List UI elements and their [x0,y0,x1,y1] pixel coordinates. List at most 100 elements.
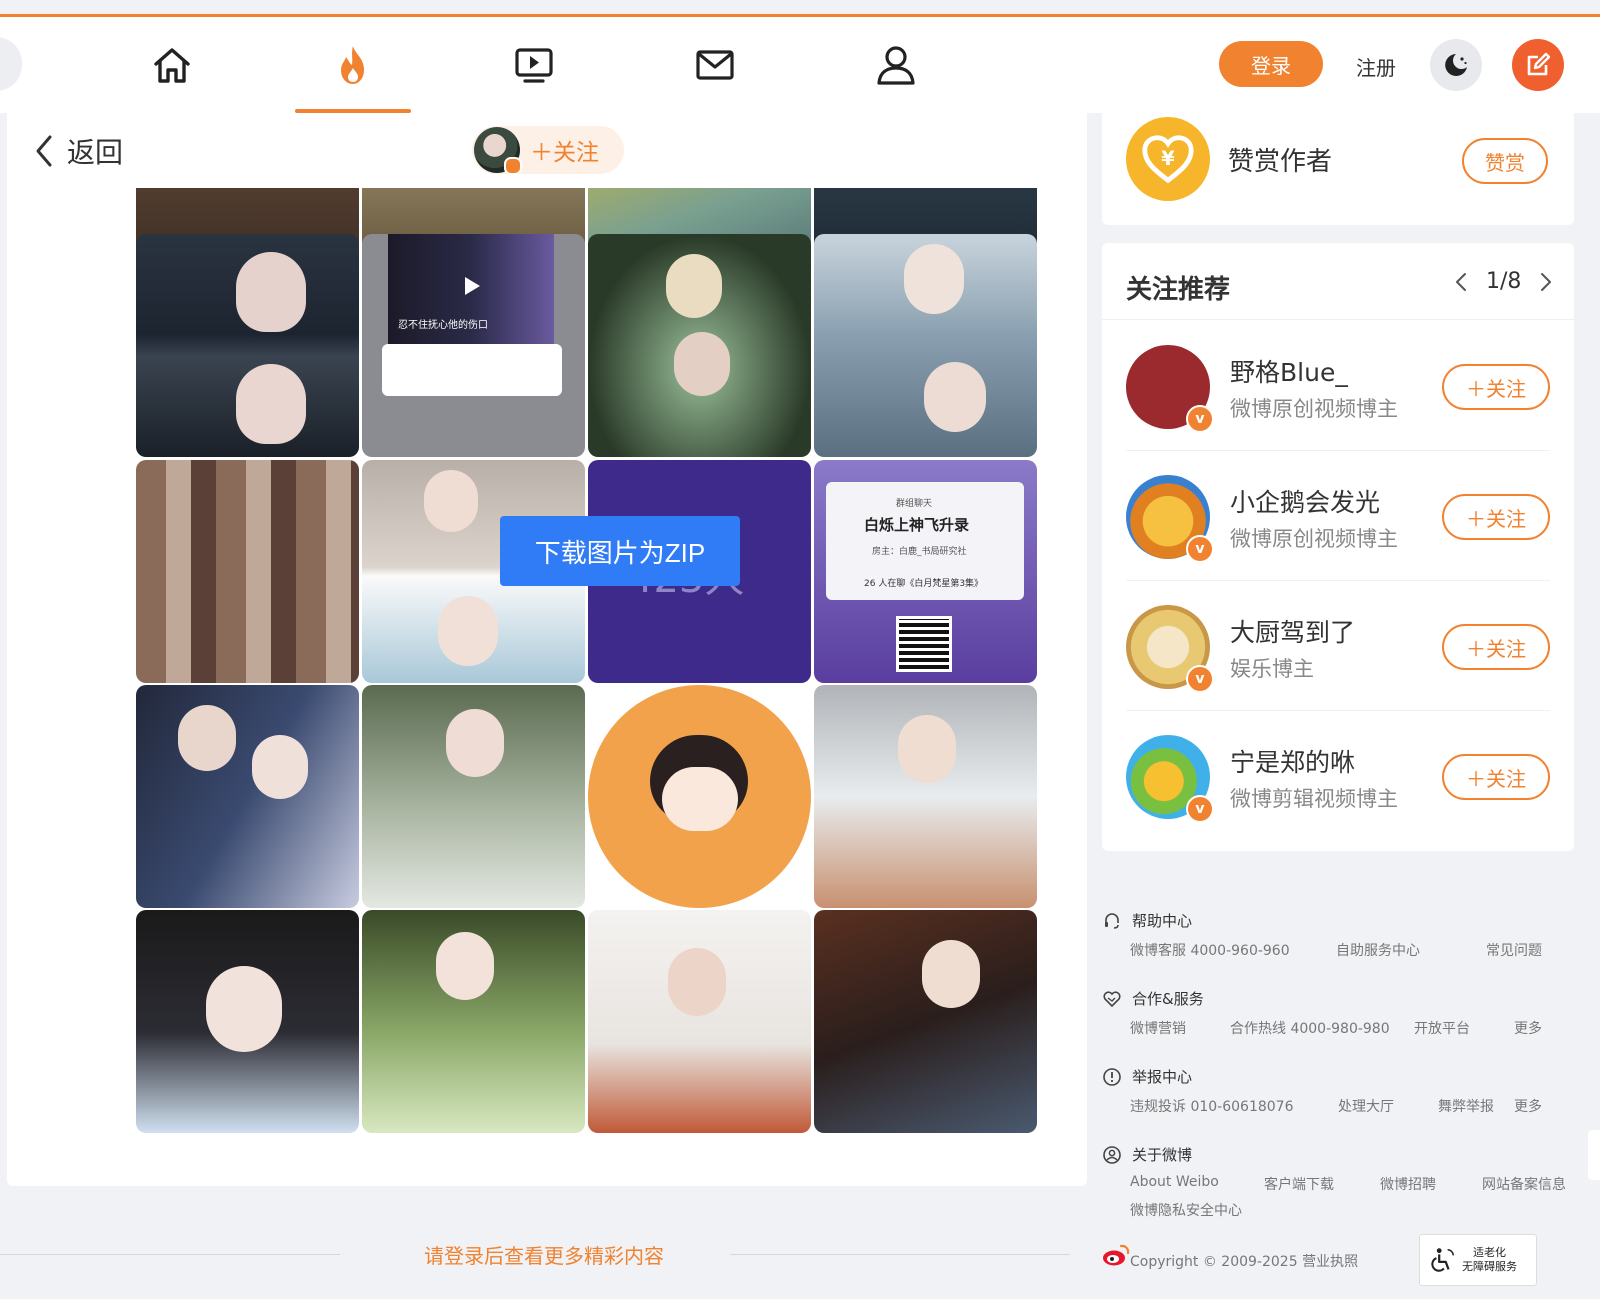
image-tile[interactable] [814,685,1037,908]
back-button[interactable]: 返回 [33,131,123,171]
recommend-name[interactable]: 宁是郑的咻 [1230,743,1355,779]
group-chat-tile[interactable]: 群组聊天 白烁上神飞升录 房主：白鹿_书局研究社 26 人在聊《白月梵星第3集》 [814,460,1037,683]
footer-link[interactable]: 网站备案信息 [1482,1174,1566,1194]
recommend-follow-button[interactable]: ＋关注 [1442,494,1550,540]
login-more-text[interactable]: 请登录后查看更多精彩内容 [424,1240,664,1269]
compose-button[interactable] [1512,39,1564,91]
footer-coop-title: 合作&服务 [1132,990,1204,1008]
reward-button[interactable]: 赞赏 [1462,138,1548,184]
recommend-follow-button[interactable]: ＋关注 [1442,754,1550,800]
author-follow-pill[interactable]: ＋关注 [472,126,624,175]
recommend-title: 关注推荐 [1126,275,1231,305]
verified-badge-icon: v [1186,665,1214,693]
weibo-logo-icon [1103,1244,1130,1266]
image-tile[interactable] [136,910,359,1133]
compose-icon [1527,52,1551,76]
chevron-right-icon[interactable] [1539,271,1553,293]
page-indicator: 1/8 [1486,269,1522,294]
divider-right [730,1254,1070,1255]
recommend-desc: 娱乐博主 [1230,657,1314,681]
footer-link[interactable]: 自助服务中心 [1336,940,1420,960]
hot-flame-icon [341,46,364,84]
image-tile[interactable] [588,234,811,457]
login-button[interactable]: 登录 [1219,41,1323,87]
video-caption: 忍不住抚心他的伤口 [398,320,488,331]
footer-link[interactable]: 更多 [1514,1096,1542,1116]
video-tile[interactable]: 忍不住抚心他的伤口 [362,234,585,457]
copyright-text[interactable]: Copyright © 2009-2025 营业执照 [1130,1251,1358,1271]
footer-link[interactable]: 开放平台 [1414,1018,1470,1038]
chevron-left-icon[interactable] [1454,271,1468,293]
recommend-desc: 微博剪辑视频博主 [1230,787,1398,811]
image-tile[interactable] [136,234,359,457]
divider-left [0,1254,340,1255]
recommend-item: v 宁是郑的咻 微博剪辑视频博主 ＋关注 [1126,711,1550,841]
recommend-item: v 小企鹅会发光 微博原创视频博主 ＋关注 [1126,451,1550,581]
footer-link[interactable]: 更多 [1514,1018,1542,1038]
footer-link[interactable]: 微博客服 4000-960-960 [1130,940,1290,960]
recommend-follow-button[interactable]: ＋关注 [1442,624,1550,670]
footer-link[interactable]: 客户端下载 [1264,1174,1334,1194]
verified-badge-icon: v [1186,405,1214,433]
register-link[interactable]: 注册 [1356,52,1396,81]
cartoon-tile[interactable] [588,685,811,908]
recommend-name[interactable]: 大厨驾到了 [1230,613,1355,649]
nav-left-edge [0,37,22,91]
footer-link[interactable]: 处理大厅 [1338,1096,1394,1116]
nav-tab-profile[interactable] [838,17,954,113]
recommend-name[interactable]: 小企鹅会发光 [1230,483,1380,519]
profile-icon [877,46,915,85]
footer-link[interactable]: 合作热线 4000-980-980 [1230,1018,1390,1038]
play-icon [465,277,480,295]
footer-help-title: 帮助中心 [1132,912,1193,930]
footer-about-title: 关于微博 [1132,1146,1193,1164]
image-tile[interactable] [136,460,359,683]
moon-icon [1445,54,1467,76]
author-avatar [474,127,522,175]
chat-group-label: 群组聊天 [896,499,933,509]
recommend-desc: 微博原创视频博主 [1230,527,1398,551]
chat-count: 26 人在聊《白月梵星第3集》 [864,579,984,589]
top-nav-bar: 登录 注册 [0,17,1600,113]
footer-link[interactable]: 微博营销 [1130,1018,1186,1038]
recommend-item: v 大厨驾到了 娱乐博主 ＋关注 [1126,581,1550,711]
handshake-icon [1103,990,1121,1007]
post-detail-card: 返回 ＋关注 忍不住抚心他的伤口 群组聊天 白烁上神飞升录 房主：白鹿_书局研究… [7,113,1087,1186]
image-tile[interactable] [362,685,585,908]
footer-report-title: 举报中心 [1132,1068,1193,1086]
footer-link[interactable]: 违规投诉 010-60618076 [1130,1096,1293,1116]
image-tile[interactable] [814,234,1037,457]
user-circle-icon [1103,1145,1121,1164]
back-label: 返回 [67,136,124,169]
theme-toggle-button[interactable] [1430,39,1482,91]
video-icon [515,48,553,83]
image-tile[interactable] [588,910,811,1133]
nav-tab-video[interactable] [476,17,592,113]
footer-link[interactable]: About Weibo [1130,1174,1219,1190]
download-zip-button[interactable]: 下载图片为ZIP [500,516,740,586]
footer-link[interactable]: 舞弊举报 [1438,1096,1494,1116]
chevron-left-icon [36,135,52,167]
message-icon [696,50,734,80]
image-tile[interactable] [362,910,585,1133]
verified-badge-icon: v [1186,795,1214,823]
accessibility-service-badge[interactable]: 适老化 无障碍服务 [1419,1234,1537,1286]
footer-link[interactable]: 微博招聘 [1380,1174,1436,1194]
recommend-name[interactable]: 野格Blue_ [1230,353,1348,389]
footer-link[interactable]: 常见问题 [1486,940,1542,960]
recommend-pager: 1/8 [1454,269,1553,294]
nav-tab-hot[interactable] [295,17,411,113]
home-icon [154,48,190,83]
recommend-follow-button[interactable]: ＋关注 [1442,364,1550,410]
qr-code [896,616,952,672]
nav-tab-home[interactable] [114,17,230,113]
headset-icon [1105,912,1119,929]
footer-link[interactable]: 微博隐私安全中心 [1130,1200,1242,1220]
image-tile[interactable] [136,685,359,908]
image-tile[interactable] [814,910,1037,1133]
chat-owner: 房主：白鹿_书局研究社 [872,547,967,557]
nav-tab-messages[interactable] [657,17,773,113]
recommend-divider [1102,319,1574,320]
a11y-line1: 适老化 [1473,1246,1506,1259]
reward-label: 赞赏作者 [1228,147,1333,177]
